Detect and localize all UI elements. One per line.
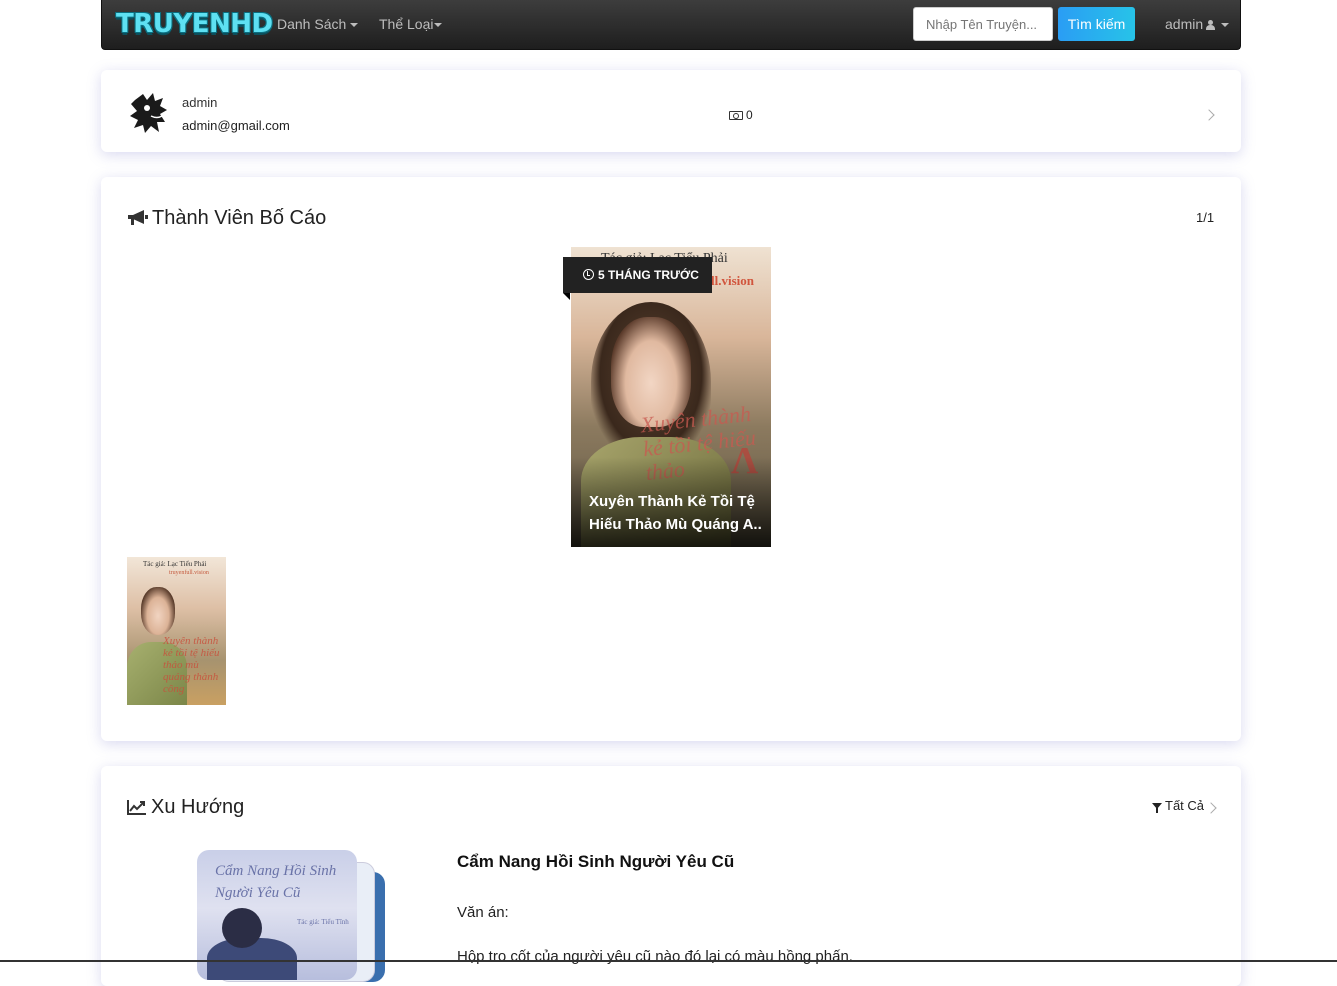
section-title: Thành Viên Bố Cáo xyxy=(127,207,326,230)
user-menu[interactable]: admin xyxy=(1165,16,1230,32)
chevron-right-icon[interactable] xyxy=(1203,109,1215,121)
trending-book-cover[interactable]: Cẩm Nang Hồi Sinh Người Yêu Cũ Tác giả: … xyxy=(197,850,387,982)
book-cover-title: Cẩm Nang Hồi Sinh Người Yêu Cũ xyxy=(215,863,337,901)
megaphone-icon xyxy=(128,210,148,225)
section-title-text: Thành Viên Bố Cáo xyxy=(152,207,327,229)
page-indicator: 1/1 xyxy=(1196,210,1215,225)
search-input[interactable] xyxy=(913,7,1053,41)
user-menu-label: admin xyxy=(1165,16,1204,32)
menu-the-loai[interactable]: Thể Loại xyxy=(379,16,443,32)
coin-balance: 0 xyxy=(729,108,753,122)
trending-story-title[interactable]: Cẩm Nang Hồi Sinh Người Yêu Cũ xyxy=(457,852,734,872)
synopsis-label: Văn án: xyxy=(457,904,509,921)
site-logo[interactable]: TRUYENHD xyxy=(116,9,273,39)
book-cover-author: Tác giả: Tiểu Tĩnh xyxy=(297,918,349,926)
profile-name: admin xyxy=(182,95,218,110)
coin-value: 0 xyxy=(746,108,753,122)
chevron-right-icon[interactable] xyxy=(1205,802,1217,814)
menu-danh-sach[interactable]: Danh Sách xyxy=(277,16,359,32)
thumb-cover-brand: truyenfull.vision xyxy=(169,570,209,576)
money-icon xyxy=(729,111,743,120)
member-notice-section: Thành Viên Bố Cáo 1/1 Tác giả: Lạc Tiểu … xyxy=(101,177,1241,741)
filter-icon xyxy=(1152,803,1162,813)
trending-section: Xu Hướng Tất Cả Cẩm Nang Hồi Sinh Người … xyxy=(101,766,1241,986)
search-button[interactable]: Tìm kiếm xyxy=(1058,7,1135,41)
section-title-text: Xu Hướng xyxy=(151,796,245,818)
featured-story-title[interactable]: Xuyên Thành Kẻ Tồi Tệ Hiếu Thảo Mù Quáng… xyxy=(589,490,765,536)
synopsis-text: Hộp tro cốt của người yêu cũ nào đó lại … xyxy=(457,948,853,965)
time-ago-badge: 5 THÁNG TRƯỚC xyxy=(563,257,712,300)
thumb-illustration-face xyxy=(141,587,175,635)
book-cover-figure-head xyxy=(222,908,262,948)
time-ago-text: 5 THÁNG TRƯỚC xyxy=(598,268,699,282)
filter-all-label: Tất Cả xyxy=(1165,798,1205,813)
story-thumbnail[interactable]: Tác giả: Lạc Tiểu Phải truyenfull.vision… xyxy=(127,557,226,705)
user-icon xyxy=(1206,20,1216,30)
thumb-cover-calligraphy: Xuyên thành kẻ tồi tệ hiếu thảo mù quáng… xyxy=(163,635,220,695)
profile-card[interactable]: admin admin@gmail.com 0 xyxy=(101,70,1241,152)
top-navbar: TRUYENHD Danh Sách Thể Loại Tìm kiếm adm… xyxy=(101,0,1241,50)
cover-brand: ll.vision xyxy=(711,273,754,288)
profile-email: admin@gmail.com xyxy=(182,118,290,133)
caret-down-icon xyxy=(1221,23,1230,28)
filter-all-link[interactable]: Tất Cả xyxy=(1152,798,1204,813)
avatar xyxy=(130,93,167,133)
thumb-cover-author: Tác giả: Lạc Tiểu Phải xyxy=(143,560,207,568)
menu-the-loai-label: Thể Loại xyxy=(379,16,434,32)
clock-icon xyxy=(583,269,594,280)
section-title: Xu Hướng xyxy=(127,796,244,819)
menu-danh-sach-label: Danh Sách xyxy=(277,16,347,32)
trending-chart-icon xyxy=(127,800,146,815)
caret-down-icon xyxy=(434,23,443,28)
caret-down-icon xyxy=(350,23,359,28)
